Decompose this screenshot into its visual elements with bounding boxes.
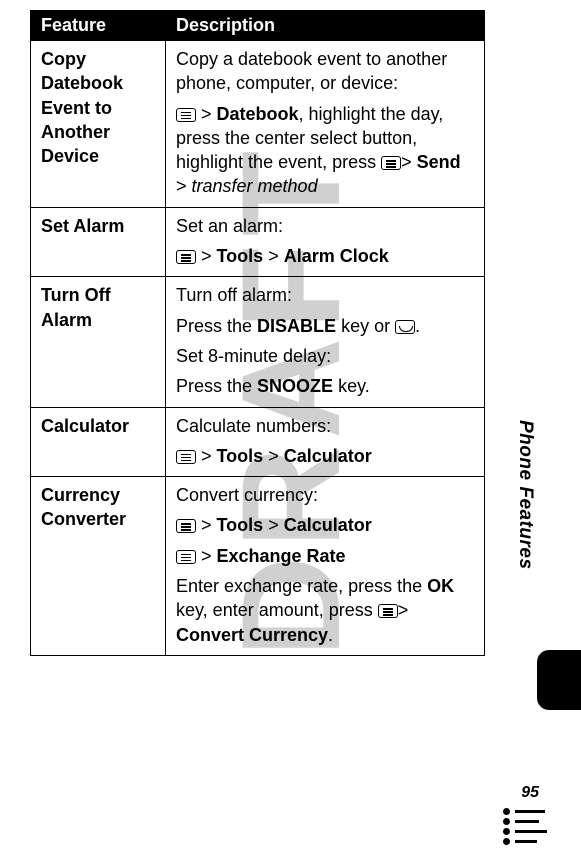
- description-cell: Convert currency: > Tools > Calculator >…: [166, 477, 485, 656]
- code-text: Send: [417, 152, 461, 172]
- desc-text: Enter exchange rate, press the: [176, 576, 427, 596]
- desc-text: key.: [333, 376, 370, 396]
- code-text: Datebook: [217, 104, 299, 124]
- menu-icon: [176, 450, 196, 464]
- code-text: SNOOZE: [257, 376, 333, 396]
- list-icon: [503, 805, 547, 848]
- feature-cell: Copy Datebook Event to Another Device: [31, 41, 166, 208]
- code-text: Exchange Rate: [217, 546, 346, 566]
- menu-icon: [381, 156, 401, 170]
- desc-text: .: [415, 316, 420, 336]
- code-text: Calculator: [284, 446, 372, 466]
- side-tab-marker: [537, 650, 581, 710]
- desc-text: .: [328, 625, 333, 645]
- menu-icon: [176, 108, 196, 122]
- code-text: Convert Currency: [176, 625, 328, 645]
- desc-text: Convert currency:: [176, 485, 318, 505]
- desc-step: > Exchange Rate: [176, 544, 476, 568]
- description-cell: Turn off alarm: Press the DISABLE key or…: [166, 277, 485, 407]
- italic-text: transfer method: [192, 176, 318, 196]
- table-header-row: Feature Description: [31, 11, 485, 41]
- desc-step: > Tools > Calculator: [176, 444, 476, 468]
- code-text: Tools: [217, 515, 264, 535]
- menu-icon: [176, 519, 196, 533]
- feature-cell: Turn Off Alarm: [31, 277, 166, 407]
- page-number: 95: [521, 784, 539, 802]
- desc-step: > Datebook, highlight the day, press the…: [176, 102, 476, 199]
- sep: >: [196, 104, 217, 124]
- end-key-icon: [395, 320, 415, 334]
- feature-cell: Set Alarm: [31, 207, 166, 277]
- desc-text: key, enter amount, press: [176, 600, 378, 620]
- sep: >: [398, 600, 409, 620]
- sep: >: [176, 176, 192, 196]
- desc-step: Press the DISABLE key or .: [176, 314, 476, 338]
- table-row: Set Alarm Set an alarm: > Tools > Alarm …: [31, 207, 485, 277]
- description-cell: Set an alarm: > Tools > Alarm Clock: [166, 207, 485, 277]
- desc-step: Press the SNOOZE key.: [176, 374, 476, 398]
- menu-icon: [378, 604, 398, 618]
- desc-step: Enter exchange rate, press the OK key, e…: [176, 574, 476, 647]
- section-label: Phone Features: [514, 420, 536, 570]
- desc-text: Press the: [176, 316, 257, 336]
- desc-text: Copy a datebook event to another phone, …: [176, 49, 447, 93]
- description-cell: Calculate numbers: > Tools > Calculator: [166, 407, 485, 477]
- description-cell: Copy a datebook event to another phone, …: [166, 41, 485, 208]
- menu-icon: [176, 550, 196, 564]
- table-row: Currency Converter Convert currency: > T…: [31, 477, 485, 656]
- code-text: Alarm Clock: [284, 246, 389, 266]
- sep: >: [401, 152, 417, 172]
- desc-text: Calculate numbers:: [176, 416, 331, 436]
- table-row: Turn Off Alarm Turn off alarm: Press the…: [31, 277, 485, 407]
- table-row: Copy Datebook Event to Another Device Co…: [31, 41, 485, 208]
- table-row: Calculator Calculate numbers: > Tools > …: [31, 407, 485, 477]
- header-feature: Feature: [31, 11, 166, 41]
- desc-text: key or: [336, 316, 395, 336]
- code-text: Tools: [217, 446, 264, 466]
- code-text: DISABLE: [257, 316, 336, 336]
- code-text: Tools: [217, 246, 264, 266]
- feature-cell: Calculator: [31, 407, 166, 477]
- desc-text: Turn off alarm:: [176, 285, 292, 305]
- code-text: OK: [427, 576, 454, 596]
- desc-step: Set 8-minute delay:: [176, 344, 476, 368]
- header-description: Description: [166, 11, 485, 41]
- main-content: Feature Description Copy Datebook Event …: [0, 0, 581, 656]
- desc-text: Press the: [176, 376, 257, 396]
- code-text: Calculator: [284, 515, 372, 535]
- desc-text: Set an alarm:: [176, 216, 283, 236]
- desc-step: > Tools > Calculator: [176, 513, 476, 537]
- menu-icon: [176, 250, 196, 264]
- feature-cell: Currency Converter: [31, 477, 166, 656]
- desc-step: > Tools > Alarm Clock: [176, 244, 476, 268]
- features-table: Feature Description Copy Datebook Event …: [30, 10, 485, 656]
